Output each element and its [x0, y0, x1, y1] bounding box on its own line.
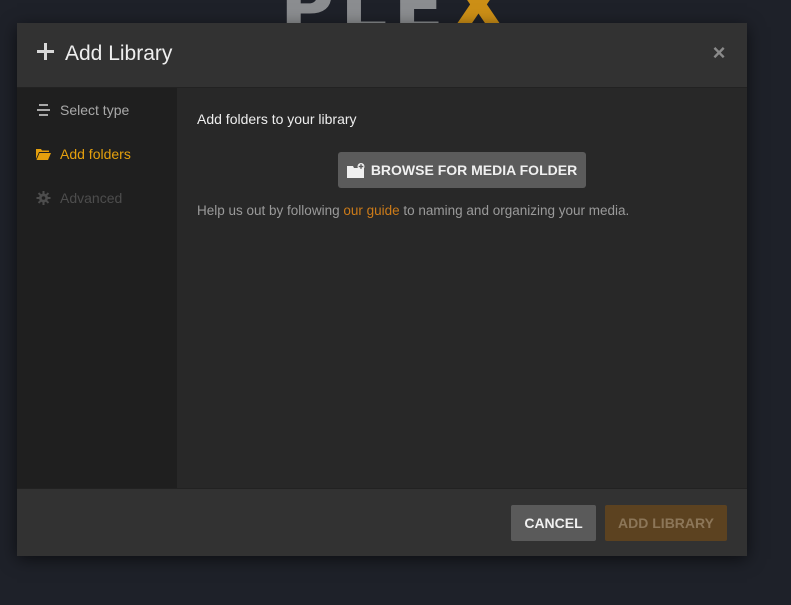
our-guide-link[interactable]: our guide: [343, 203, 399, 218]
plus-icon: [37, 43, 54, 60]
close-icon[interactable]: ×: [711, 42, 727, 64]
help-text: Help us out by following our guide to na…: [197, 203, 630, 218]
sidebar-item-advanced: Advanced: [36, 187, 122, 209]
dialog-title: Add Library: [65, 42, 173, 65]
folder-add-icon: [346, 162, 365, 178]
list-icon: [37, 104, 50, 116]
sidebar-item-label: Add folders: [60, 146, 131, 162]
browse-media-folder-button[interactable]: BROWSE FOR MEDIA FOLDER: [338, 152, 586, 188]
browse-button-label: BROWSE FOR MEDIA FOLDER: [370, 162, 578, 178]
gear-icon: [36, 191, 51, 205]
cancel-button[interactable]: CANCEL: [511, 505, 596, 541]
folder-open-icon: [36, 149, 51, 160]
add-library-button[interactable]: ADD LIBRARY: [605, 505, 727, 541]
dialog-header: Add Library ×: [17, 23, 747, 88]
sidebar-item-label: Advanced: [60, 190, 123, 206]
sidebar-item-label: Select type: [60, 102, 130, 118]
dialog-footer: CANCEL ADD LIBRARY: [17, 488, 747, 556]
add-folders-panel: Add folders to your library BROWSE FOR M…: [177, 88, 747, 488]
add-library-dialog: Add Library × Select type Add folders Ad…: [17, 23, 747, 556]
wizard-steps-sidebar: Select type Add folders Advanced: [17, 88, 177, 488]
sidebar-item-select-type[interactable]: Select type: [36, 99, 129, 121]
panel-title: Add folders to your library: [197, 111, 357, 127]
sidebar-item-add-folders[interactable]: Add folders: [36, 143, 131, 165]
